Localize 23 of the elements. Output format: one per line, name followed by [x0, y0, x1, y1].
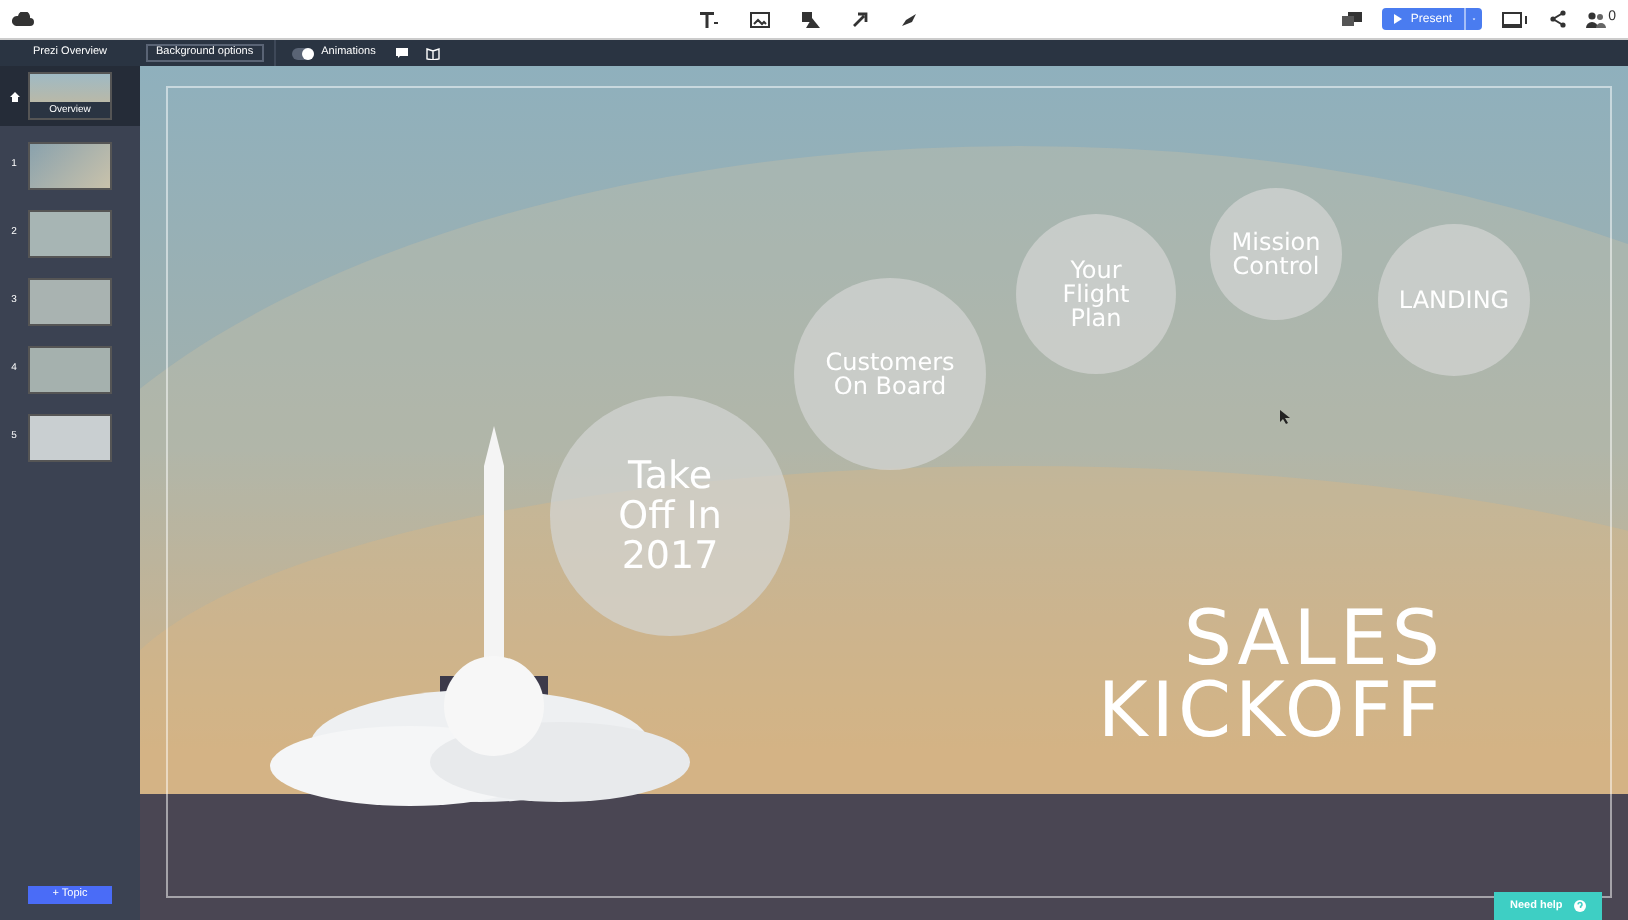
animations-toggle[interactable] — [291, 47, 314, 59]
comment-icon[interactable] — [395, 48, 408, 58]
slide-thumbnail[interactable] — [28, 210, 112, 258]
comments-icon[interactable] — [1342, 11, 1363, 27]
book-icon[interactable] — [425, 47, 440, 59]
cursor-icon — [1280, 410, 1290, 424]
slide-thumbnail[interactable] — [28, 278, 112, 326]
cloud-logo-icon[interactable] — [12, 11, 34, 27]
shapes-icon[interactable] — [801, 11, 820, 27]
arrow-icon[interactable] — [851, 11, 868, 27]
presentation-title: SALES KICKOFF — [1097, 602, 1444, 746]
text-tool-icon[interactable] — [699, 11, 718, 27]
slide-thumbnail[interactable] — [28, 414, 112, 462]
share-icon[interactable] — [1550, 10, 1567, 28]
play-icon — [1394, 14, 1403, 24]
slide-thumbnail[interactable] — [28, 346, 112, 394]
screen-icon[interactable] — [1502, 11, 1531, 27]
image-icon[interactable] — [749, 11, 770, 27]
question-icon — [1574, 900, 1587, 912]
pen-icon[interactable] — [899, 11, 918, 27]
people-icon — [1586, 11, 1607, 27]
home-icon[interactable] — [9, 91, 19, 101]
slide-thumbnail[interactable] — [28, 142, 112, 190]
